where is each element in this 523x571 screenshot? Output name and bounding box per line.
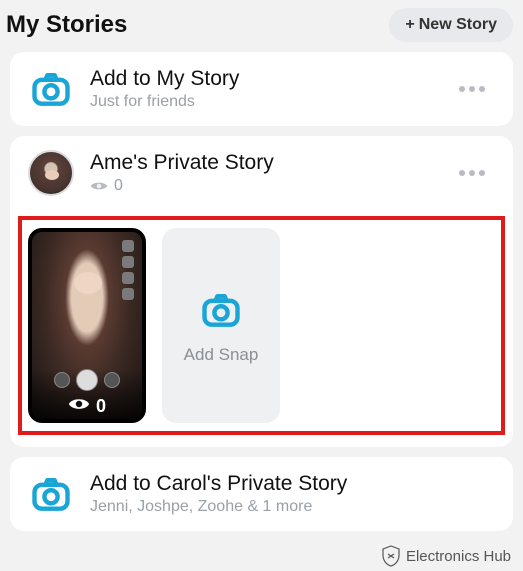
highlight-box: 0 Add Snap <box>18 216 505 435</box>
story-row-carol-story[interactable]: Add to Carol's Private Story Jenni, Josh… <box>10 457 513 531</box>
story-row-title: Add to Carol's Private Story <box>90 472 495 496</box>
new-story-label: New Story <box>419 16 497 34</box>
story-row-header[interactable]: Ame's Private Story 0 <box>10 136 513 210</box>
story-row-subtitle: Jenni, Joshpe, Zoohe & 1 more <box>90 498 495 516</box>
story-row-private-story: Ame's Private Story 0 <box>10 136 513 447</box>
story-row-title: Ame's Private Story <box>90 151 449 175</box>
add-snap-button[interactable]: Add Snap <box>162 228 280 423</box>
more-icon[interactable] <box>449 76 495 102</box>
camera-icon <box>28 66 74 112</box>
avatar <box>28 150 74 196</box>
view-count: 0 <box>114 177 123 195</box>
plus-icon: + <box>405 16 414 34</box>
eye-icon <box>68 396 90 417</box>
story-row-subtitle: Just for friends <box>90 93 449 111</box>
story-row-title: Add to My Story <box>90 67 449 91</box>
new-story-button[interactable]: + New Story <box>389 8 513 42</box>
story-row-my-story[interactable]: Add to My Story Just for friends <box>10 52 513 126</box>
camera-icon <box>198 287 244 333</box>
more-icon[interactable] <box>449 160 495 186</box>
snap-view-count: 0 <box>96 396 106 417</box>
watermark: Electronics Hub <box>382 545 511 567</box>
snap-thumbnail[interactable]: 0 <box>28 228 146 423</box>
eye-icon <box>90 179 108 193</box>
add-snap-label: Add Snap <box>184 345 259 365</box>
page-title: My Stories <box>6 11 127 39</box>
camera-icon <box>28 471 74 517</box>
